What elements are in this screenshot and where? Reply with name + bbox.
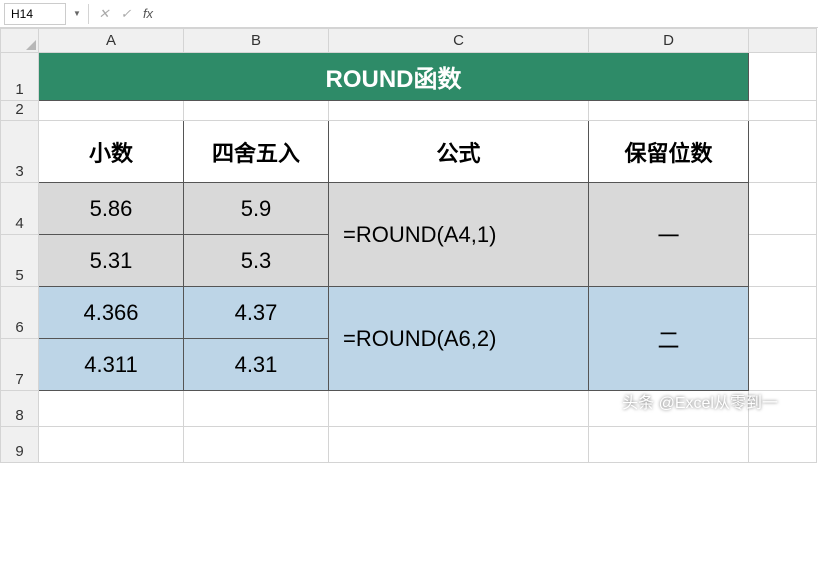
row-1: 1 ROUND函数 (1, 53, 817, 101)
col-header-overflow[interactable] (749, 29, 817, 53)
cell-D4[interactable]: 一 (589, 183, 749, 287)
header-rounded[interactable]: 四舍五入 (184, 121, 329, 183)
row-header-7[interactable]: 7 (1, 339, 39, 391)
cell-A9[interactable] (39, 427, 184, 463)
fx-icon[interactable]: fx (137, 3, 159, 25)
formula-input[interactable] (159, 3, 818, 25)
name-box-dropdown-icon[interactable]: ▼ (70, 9, 84, 18)
cell-D9[interactable] (589, 427, 749, 463)
cell-B2[interactable] (184, 101, 329, 121)
column-headers: A B C D (1, 29, 817, 53)
name-box[interactable]: H14 (4, 3, 66, 25)
header-digits[interactable]: 保留位数 (589, 121, 749, 183)
cell-A4[interactable]: 5.86 (39, 183, 184, 235)
row-4: 4 5.86 5.9 =ROUND(A4,1) 一 (1, 183, 817, 235)
cell-E3[interactable] (749, 121, 817, 183)
row-header-6[interactable]: 6 (1, 287, 39, 339)
row-3: 3 小数 四舍五入 公式 保留位数 (1, 121, 817, 183)
separator (88, 4, 89, 24)
cell-E2[interactable] (749, 101, 817, 121)
cell-D2[interactable] (589, 101, 749, 121)
cell-B7[interactable]: 4.31 (184, 339, 329, 391)
cell-C9[interactable] (329, 427, 589, 463)
cell-A6[interactable]: 4.366 (39, 287, 184, 339)
row-9: 9 (1, 427, 817, 463)
cell-E7[interactable] (749, 339, 817, 391)
col-header-A[interactable]: A (39, 29, 184, 53)
cell-B8[interactable] (184, 391, 329, 427)
cell-E9[interactable] (749, 427, 817, 463)
cell-B4[interactable]: 5.9 (184, 183, 329, 235)
title-cell[interactable]: ROUND函数 (39, 53, 749, 101)
cell-E5[interactable] (749, 235, 817, 287)
cell-A2[interactable] (39, 101, 184, 121)
cell-C4[interactable]: =ROUND(A4,1) (329, 183, 589, 287)
cell-A5[interactable]: 5.31 (39, 235, 184, 287)
confirm-icon[interactable]: ✓ (115, 3, 137, 25)
cell-B6[interactable]: 4.37 (184, 287, 329, 339)
row-header-2[interactable]: 2 (1, 101, 39, 121)
cell-C8[interactable] (329, 391, 589, 427)
col-header-D[interactable]: D (589, 29, 749, 53)
watermark: 头条 @Excel从零到一 (622, 389, 778, 413)
cell-B9[interactable] (184, 427, 329, 463)
cell-B5[interactable]: 5.3 (184, 235, 329, 287)
header-formula[interactable]: 公式 (329, 121, 589, 183)
cell-D6[interactable]: 二 (589, 287, 749, 391)
cell-A8[interactable] (39, 391, 184, 427)
select-all-corner[interactable] (1, 29, 39, 53)
cell-C6[interactable]: =ROUND(A6,2) (329, 287, 589, 391)
row-header-9[interactable]: 9 (1, 427, 39, 463)
row-header-8[interactable]: 8 (1, 391, 39, 427)
col-header-C[interactable]: C (329, 29, 589, 53)
row-header-1[interactable]: 1 (1, 53, 39, 101)
col-header-B[interactable]: B (184, 29, 329, 53)
cancel-icon[interactable]: ✕ (93, 3, 115, 25)
cell-E1[interactable] (749, 53, 817, 101)
cell-C2[interactable] (329, 101, 589, 121)
spreadsheet: A B C D 1 ROUND函数 2 3 小数 四舍五入 公式 保留位数 (0, 28, 818, 463)
row-6: 6 4.366 4.37 =ROUND(A6,2) 二 (1, 287, 817, 339)
row-header-5[interactable]: 5 (1, 235, 39, 287)
cell-A7[interactable]: 4.311 (39, 339, 184, 391)
header-decimal[interactable]: 小数 (39, 121, 184, 183)
row-2: 2 (1, 101, 817, 121)
row-header-3[interactable]: 3 (1, 121, 39, 183)
formula-bar: H14 ▼ ✕ ✓ fx (0, 0, 818, 28)
cell-E4[interactable] (749, 183, 817, 235)
row-header-4[interactable]: 4 (1, 183, 39, 235)
cell-E6[interactable] (749, 287, 817, 339)
